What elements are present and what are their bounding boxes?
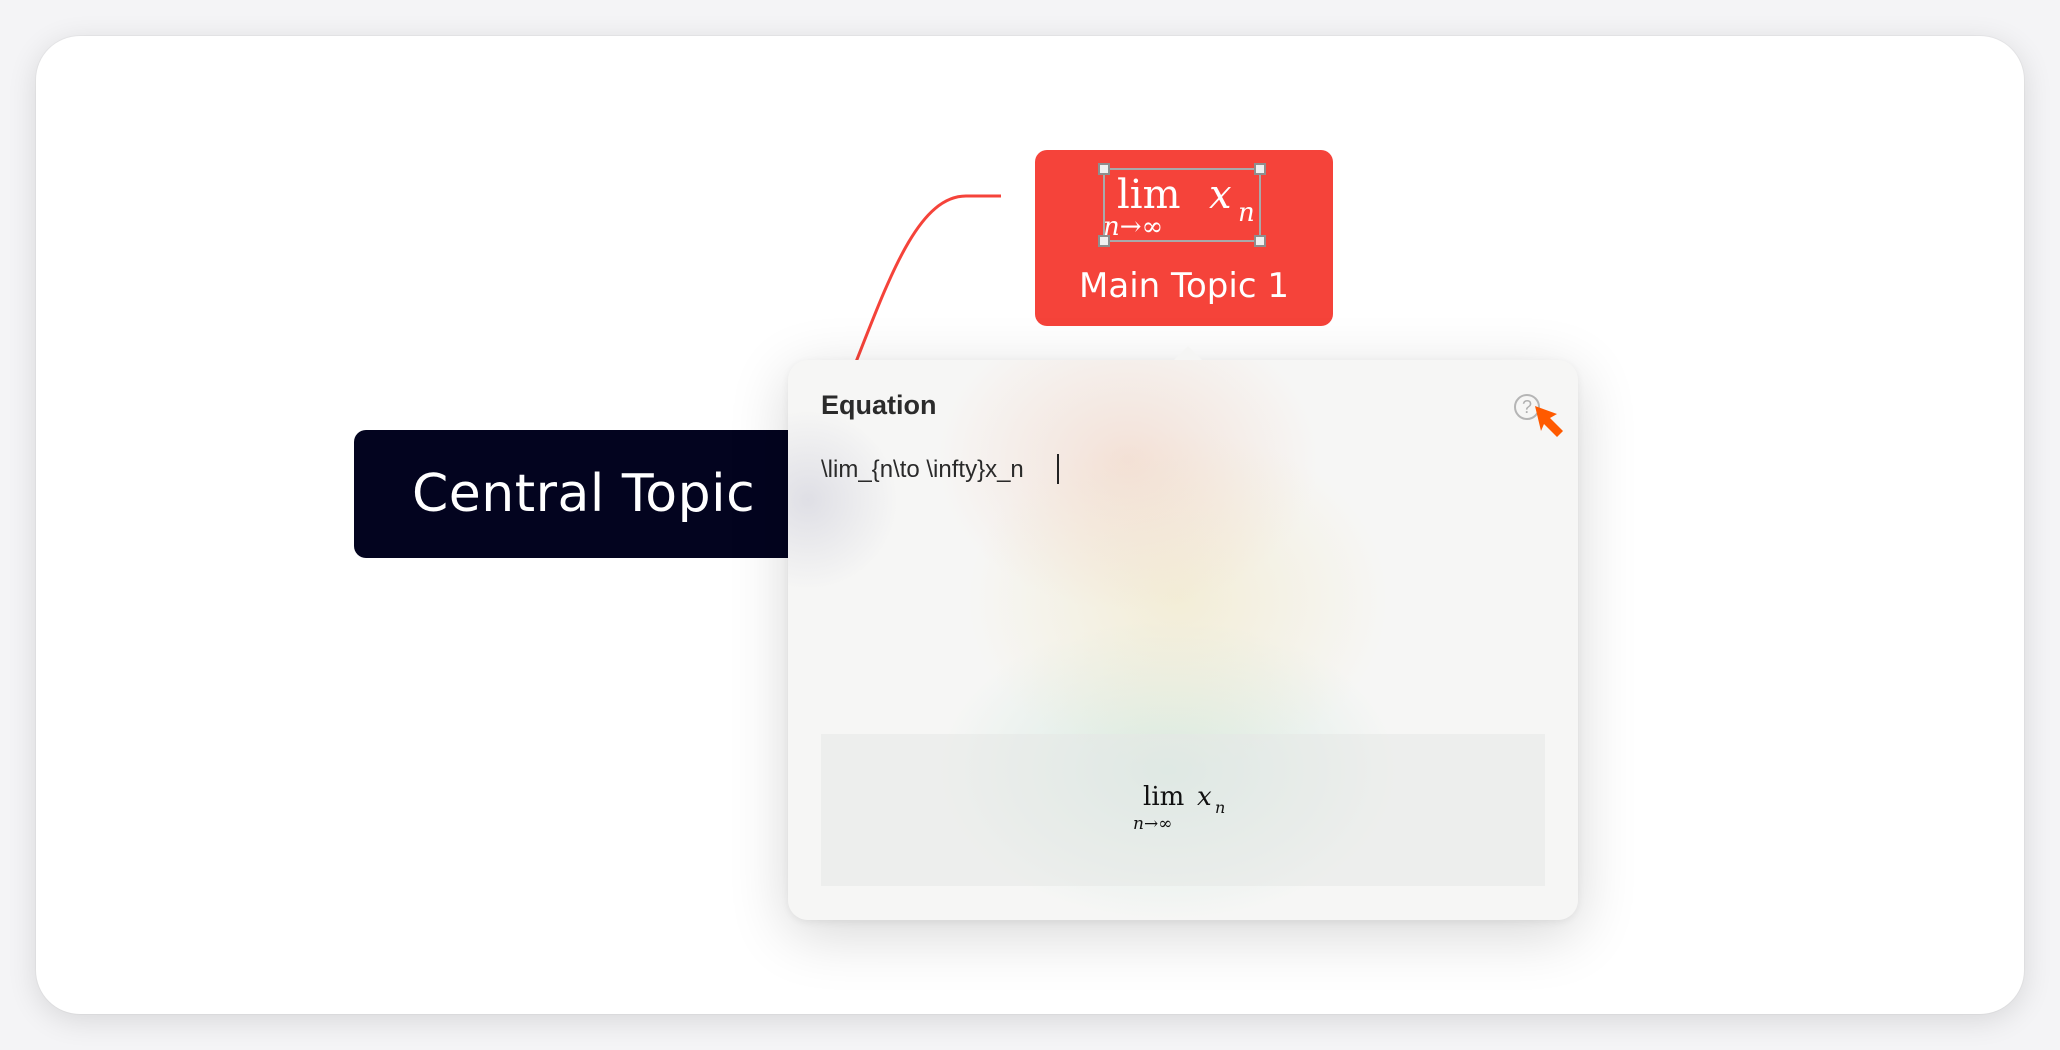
equation-variable-subscript: n xyxy=(1238,198,1255,228)
central-topic-label: Central Topic xyxy=(412,464,756,524)
resize-handle-top-right[interactable] xyxy=(1254,163,1266,175)
equation-preview: lim x n n→∞ xyxy=(821,734,1545,886)
preview-variable-subscript: n xyxy=(1215,798,1226,817)
preview-limit-subscript: n→∞ xyxy=(1133,814,1173,834)
equation-image[interactable]: lim x n n→∞ xyxy=(1098,163,1266,247)
main-topic-1[interactable]: lim x n n→∞ Main Topic 1 xyxy=(1035,150,1333,326)
equation-limit-subscript: n→∞ xyxy=(1103,212,1164,242)
equation-popover: Equation ? lim x n n→∞ xyxy=(788,346,1578,920)
equation-variable: x xyxy=(1209,172,1232,218)
popover-title: Equation xyxy=(821,390,937,420)
main-topic-label: Main Topic 1 xyxy=(1079,266,1289,306)
popover-arrow xyxy=(1174,346,1202,360)
preview-lim: lim xyxy=(1143,782,1185,812)
preview-variable: x xyxy=(1197,782,1212,812)
pointer-cursor-icon xyxy=(1535,406,1563,437)
resize-handle-bottom-right[interactable] xyxy=(1254,235,1266,247)
resize-handle-top-left[interactable] xyxy=(1098,163,1110,175)
text-caret xyxy=(1057,454,1059,484)
equation-input[interactable] xyxy=(821,452,1541,488)
canvas-window: Central Topic lim x n n→∞ Main Topic 1 E… xyxy=(36,36,2024,1014)
resize-handle-bottom-left[interactable] xyxy=(1098,235,1110,247)
central-topic[interactable]: Central Topic xyxy=(354,430,824,558)
